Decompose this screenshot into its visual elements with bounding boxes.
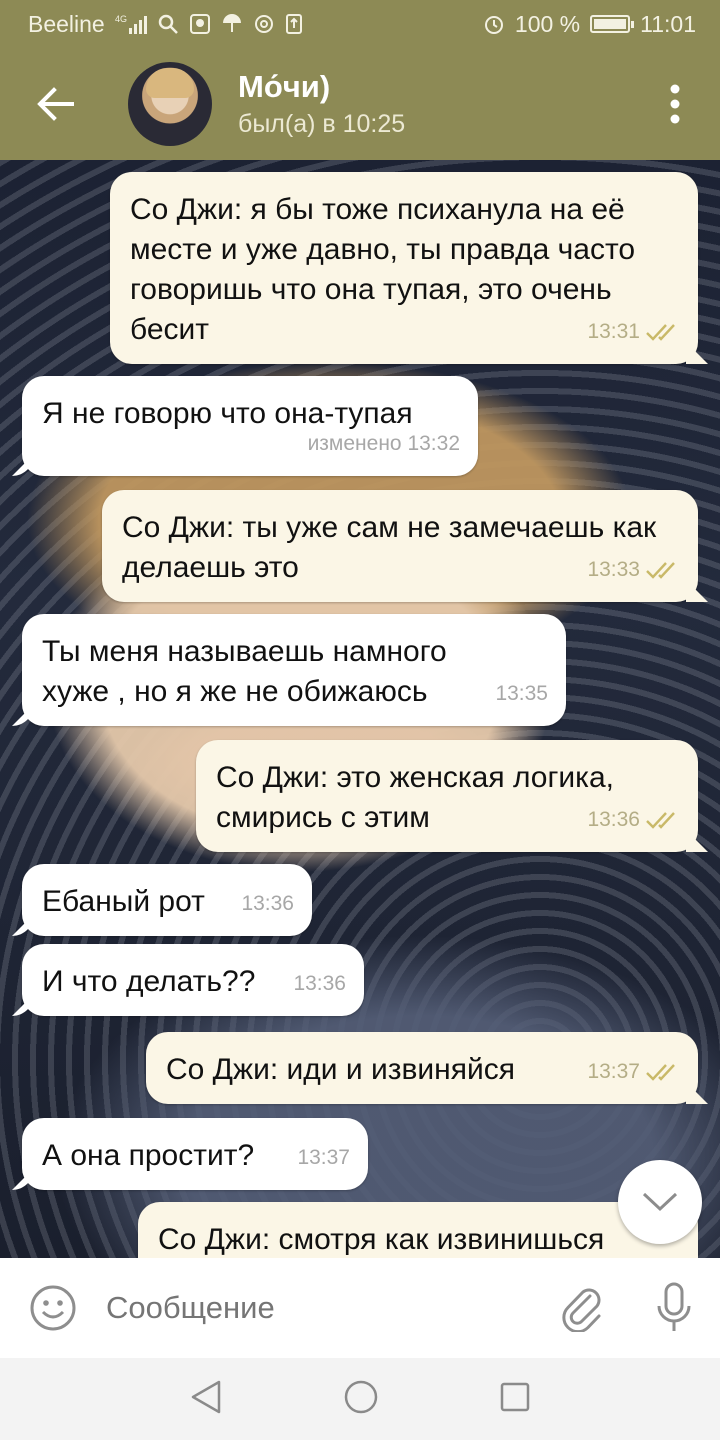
circle-home-icon xyxy=(344,1380,378,1413)
message-meta: изменено 13:32 xyxy=(308,424,460,464)
microphone-icon xyxy=(657,1282,691,1331)
alarm-icon xyxy=(483,13,505,35)
chat-header: Мо́чи) был(а) в 10:25 xyxy=(0,48,720,160)
message-meta: 13:31 xyxy=(587,312,680,352)
umbrella-status-icon xyxy=(221,13,243,35)
message-meta: 13:35 xyxy=(495,674,548,714)
triangle-back-icon xyxy=(191,1380,221,1413)
message-meta: 13:37 xyxy=(297,1138,350,1178)
message-text: Ты меня называешь намного хуже , но я же… xyxy=(42,635,447,708)
carrier-label: Beeline xyxy=(28,10,105,37)
nav-home-button[interactable] xyxy=(343,1379,379,1420)
message-time: 13:36 xyxy=(241,892,294,915)
message-incoming[interactable]: Ты меня называешь намного хуже , но я же… xyxy=(22,614,566,726)
system-nav-bar xyxy=(0,1358,720,1440)
arrow-left-icon xyxy=(37,87,74,121)
message-incoming[interactable]: И что делать?? 13:36 xyxy=(22,944,364,1016)
message-list[interactable]: Со Джи: я бы тоже психанула на её месте … xyxy=(0,160,720,1258)
battery-percent: 100 % xyxy=(514,10,581,37)
message-time: 13:36 xyxy=(293,972,346,995)
message-outgoing[interactable]: Со Джи: иди и извиняйся 13:37 xyxy=(146,1032,698,1104)
last-seen-status: был(а) в 10:25 xyxy=(238,110,406,138)
message-meta: 13:36 xyxy=(587,800,680,840)
more-menu-button[interactable] xyxy=(630,48,720,160)
paperclip-icon xyxy=(562,1288,601,1332)
nav-recent-button[interactable] xyxy=(499,1381,531,1418)
more-vertical-icon xyxy=(670,84,680,124)
message-outgoing[interactable]: Со Джи: смотря как извинишься xyxy=(138,1202,698,1258)
scroll-down-button[interactable] xyxy=(618,1160,702,1244)
message-outgoing[interactable]: Со Джи: я бы тоже психанула на её месте … xyxy=(110,172,698,364)
voice-record-button[interactable] xyxy=(628,1282,720,1334)
message-time: изменено 13:32 xyxy=(307,432,460,455)
message-time: 13:36 xyxy=(587,808,640,831)
message-text: Со Джи: смотря как извинишься xyxy=(158,1223,605,1256)
message-input[interactable] xyxy=(106,1290,536,1326)
status-bar: Beeline 4G 100 % 11:01 xyxy=(0,0,720,48)
message-time: 13:33 xyxy=(587,558,640,581)
message-composer xyxy=(0,1258,720,1358)
message-outgoing[interactable]: Со Джи: это женская логика, смирись с эт… xyxy=(196,740,698,852)
message-time: 13:35 xyxy=(495,682,548,705)
battery-fill xyxy=(594,19,627,29)
double-check-icon xyxy=(646,562,675,579)
emoji-button[interactable] xyxy=(0,1284,106,1332)
double-check-icon xyxy=(646,812,675,829)
clock: 11:01 xyxy=(640,10,696,37)
square-recent-icon xyxy=(500,1382,530,1411)
signal-icon: 4G xyxy=(115,13,147,35)
message-outgoing[interactable]: Со Джи: ты уже сам не замечаешь как дела… xyxy=(102,490,698,602)
network-type: 4G xyxy=(115,14,127,24)
message-incoming[interactable]: Ебаный рот 13:36 xyxy=(22,864,312,936)
double-check-icon xyxy=(646,1064,675,1081)
message-time: 13:37 xyxy=(297,1146,350,1169)
message-time: 13:37 xyxy=(587,1060,640,1083)
chat-title[interactable]: Мо́чи) был(а) в 10:25 xyxy=(238,68,405,140)
message-meta: 13:33 xyxy=(587,550,680,590)
upload-status-icon xyxy=(285,13,303,35)
smile-icon xyxy=(30,1285,76,1331)
message-meta: 13:36 xyxy=(241,884,294,924)
chevron-down-icon xyxy=(642,1192,678,1212)
double-check-icon xyxy=(646,324,675,341)
gallery-status-icon xyxy=(189,13,211,35)
nav-back-button[interactable] xyxy=(189,1379,223,1420)
message-incoming[interactable]: Я не говорю что она-тупая изменено 13:32 xyxy=(22,376,478,476)
at-status-icon xyxy=(253,13,275,35)
search-status-icon xyxy=(157,13,179,35)
back-button[interactable] xyxy=(0,48,110,160)
battery-icon xyxy=(590,15,635,33)
message-incoming[interactable]: А она простит? 13:37 xyxy=(22,1118,368,1190)
attach-button[interactable] xyxy=(536,1284,628,1332)
avatar[interactable] xyxy=(128,62,212,146)
message-meta: 13:37 xyxy=(587,1052,680,1092)
chat-name: Мо́чи) xyxy=(238,69,331,104)
message-meta: 13:36 xyxy=(293,964,346,1004)
message-time: 13:31 xyxy=(587,320,640,343)
